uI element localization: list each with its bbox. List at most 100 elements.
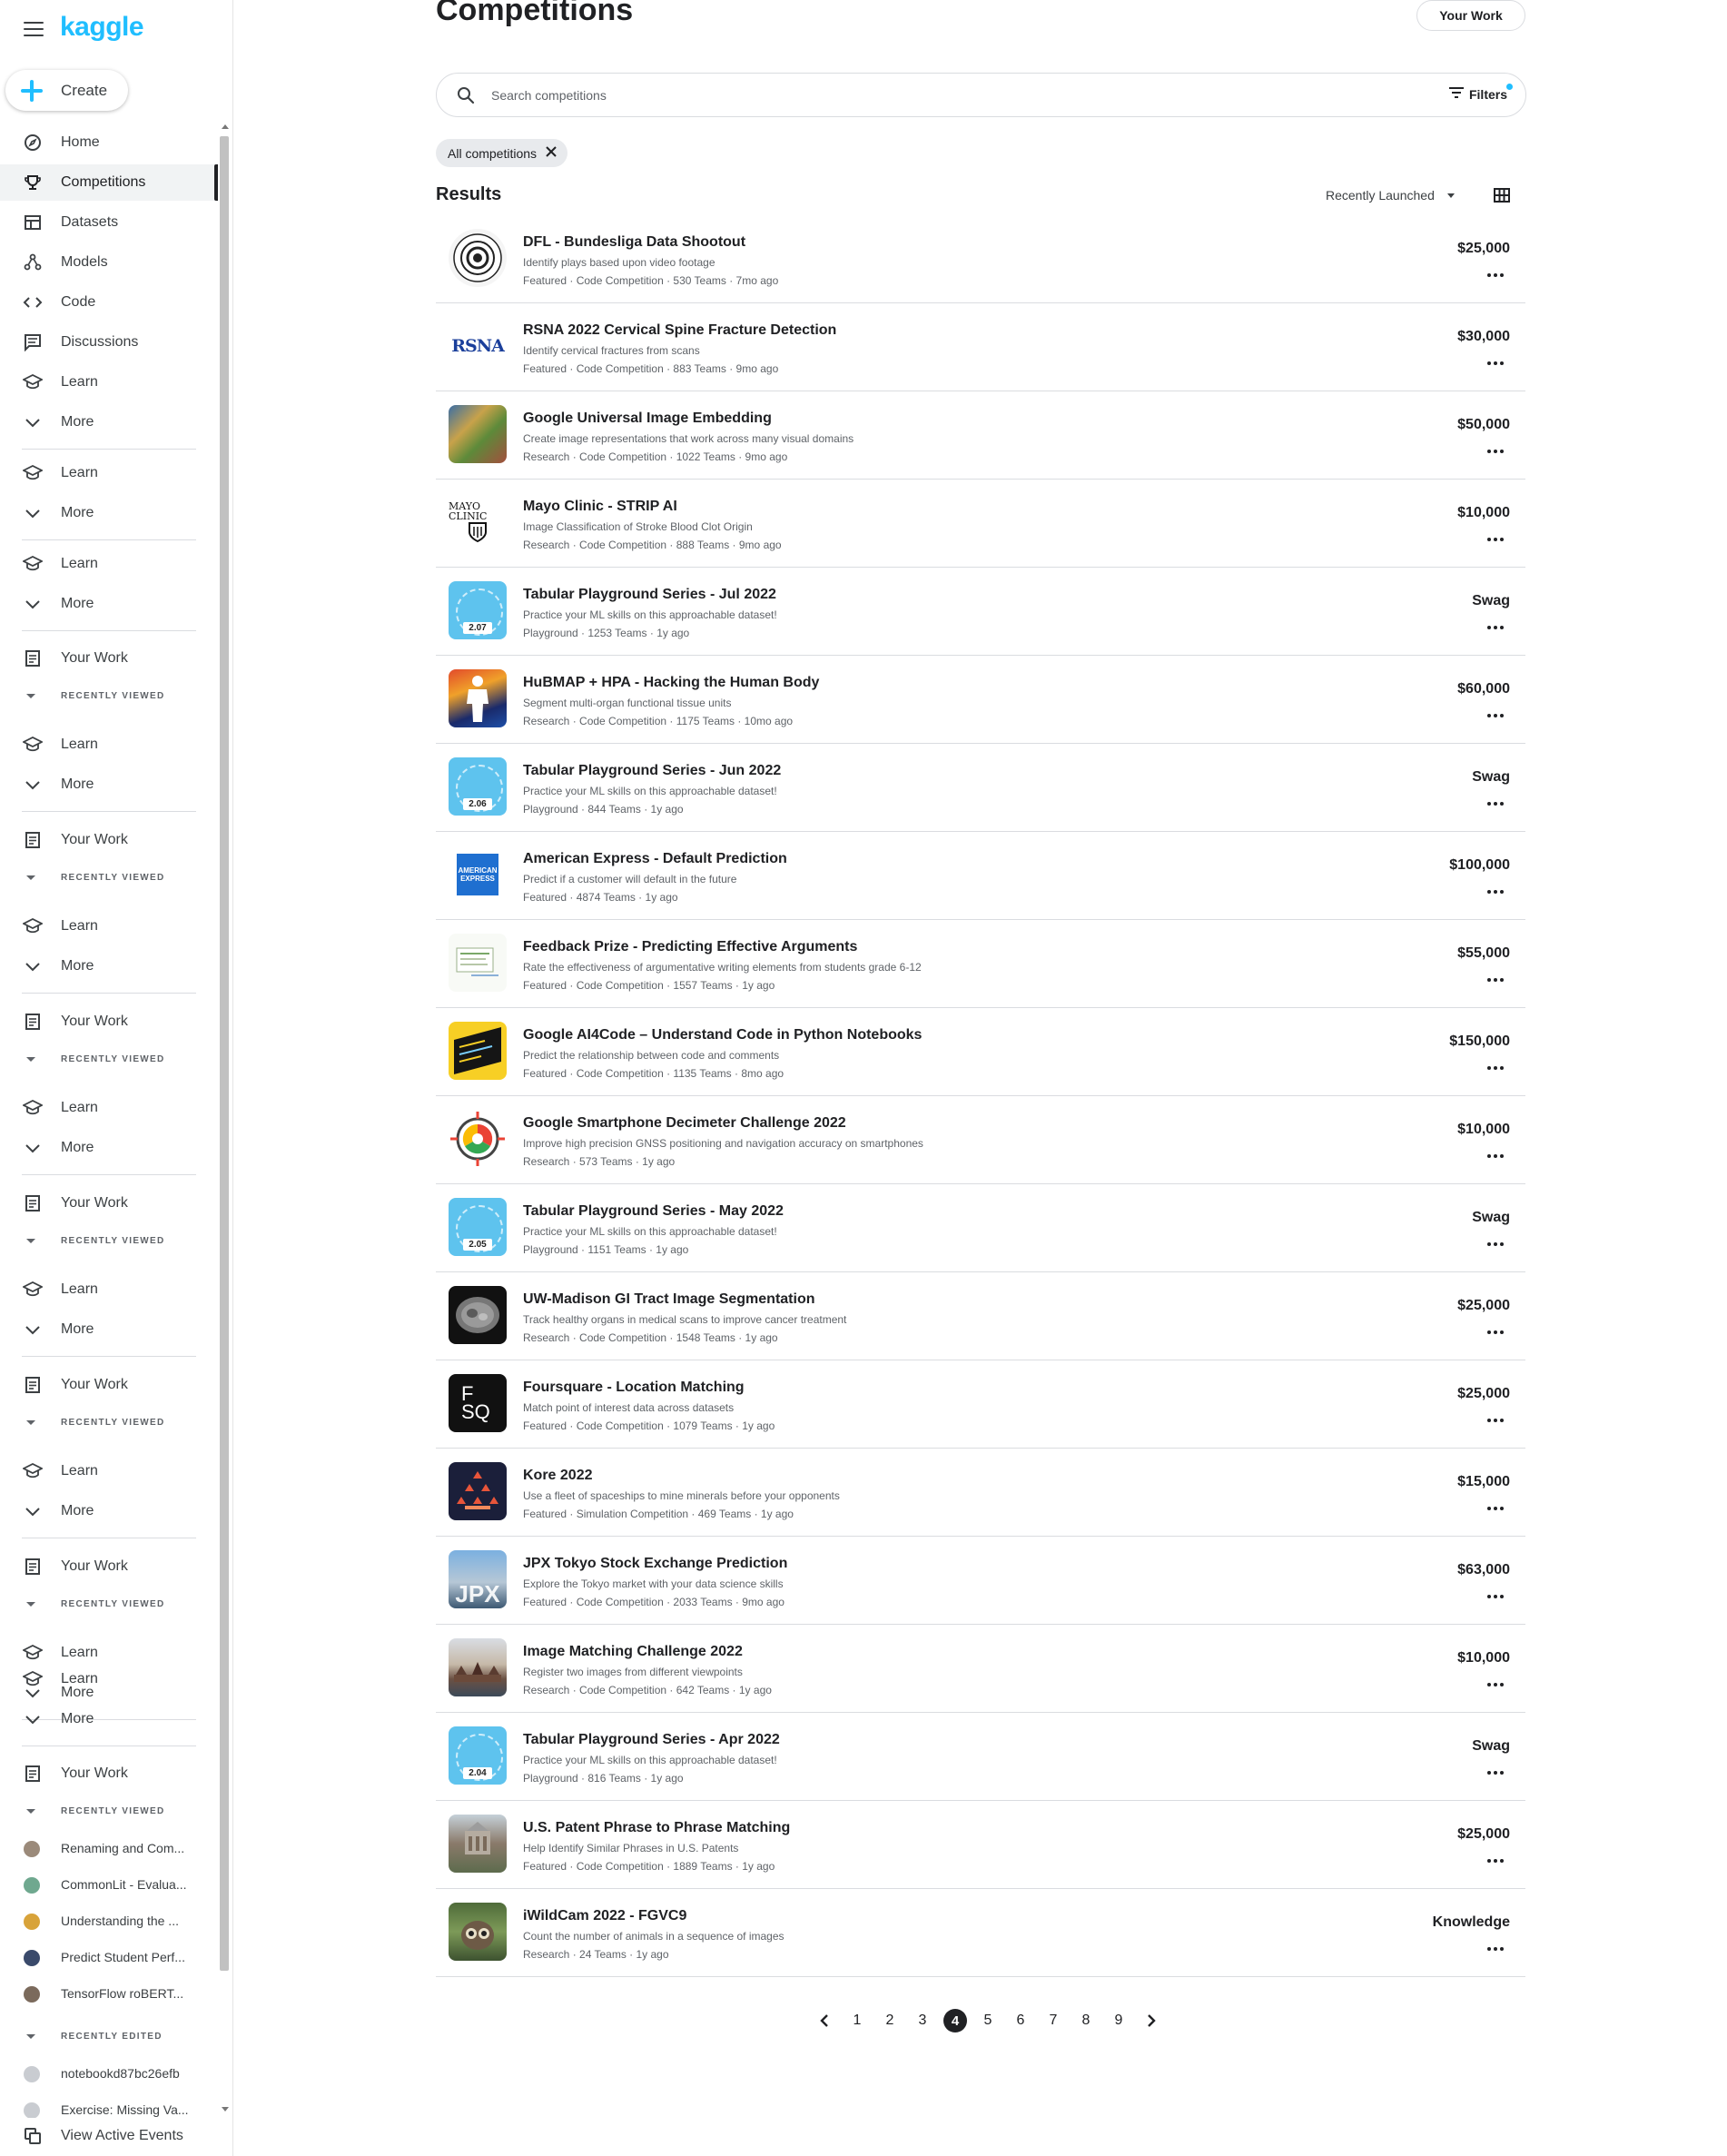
view-active-events-link[interactable]: View Active Events <box>0 2118 218 2154</box>
more-options-icon[interactable] <box>1487 538 1504 541</box>
competition-row[interactable]: Kore 2022 Use a fleet of spaceships to mi… <box>436 1449 1525 1537</box>
competition-row[interactable]: AMERICAN EXPRESS American Express - Defau… <box>436 832 1525 920</box>
sidebar-item-discussions[interactable]: Discussions <box>0 324 218 361</box>
more-options-icon[interactable] <box>1487 1330 1504 1334</box>
competition-title[interactable]: Feedback Prize - Predicting Effective Ar… <box>523 939 857 955</box>
competition-title[interactable]: Kore 2022 <box>523 1468 593 1484</box>
sidebar-item-more[interactable]: More <box>0 586 218 622</box>
recently-viewed-item[interactable]: TensorFlow roBERT... <box>0 1975 218 2012</box>
competition-title[interactable]: Mayo Clinic - STRIP AI <box>523 499 677 515</box>
competition-row[interactable]: U.S. Patent Phrase to Phrase Matching Hel… <box>436 1801 1525 1889</box>
competition-title[interactable]: Tabular Playground Series - Apr 2022 <box>523 1732 780 1748</box>
filters-button[interactable]: Filters <box>1448 84 1513 103</box>
kaggle-logo[interactable]: kaggle <box>60 12 144 43</box>
sidebar-item-your-work[interactable]: Your Work <box>0 1755 218 1792</box>
competition-row[interactable]: Image Matching Challenge 2022 Register tw… <box>436 1625 1525 1713</box>
sidebar-item-models[interactable]: Models <box>0 244 218 281</box>
sidebar-item-more[interactable]: More <box>0 404 218 440</box>
page-5-button[interactable]: 5 <box>972 2007 1004 2034</box>
sidebar-item-your-work[interactable]: Your Work <box>0 822 218 858</box>
sidebar-item-more[interactable]: More <box>0 766 218 803</box>
more-options-icon[interactable] <box>1487 1683 1504 1686</box>
more-options-icon[interactable] <box>1487 1066 1504 1070</box>
more-options-icon[interactable] <box>1487 1419 1504 1422</box>
recently-viewed-header[interactable]: RECENTLY VIEWED <box>0 686 218 707</box>
sidebar-item-home[interactable]: Home <box>0 124 218 161</box>
chevron-left-icon[interactable] <box>808 2007 841 2034</box>
page-8-button[interactable]: 8 <box>1070 2007 1102 2034</box>
competition-title[interactable]: U.S. Patent Phrase to Phrase Matching <box>523 1820 790 1836</box>
competition-title[interactable]: UW-Madison GI Tract Image Segmentation <box>523 1291 815 1308</box>
sidebar-item-more[interactable]: More <box>0 948 218 984</box>
sidebar-item-learn[interactable]: Learn <box>0 1661 218 1697</box>
page-7-button[interactable]: 7 <box>1037 2007 1070 2034</box>
create-button[interactable]: Create <box>5 70 128 111</box>
competition-title[interactable]: American Express - Default Prediction <box>523 851 787 867</box>
recently-viewed-item[interactable]: CommonLit - Evalua... <box>0 1866 218 1903</box>
scroll-up-arrow-icon[interactable] <box>222 124 229 129</box>
hamburger-menu-icon[interactable] <box>24 22 44 37</box>
sidebar-item-your-work[interactable]: Your Work <box>0 1367 218 1403</box>
competition-row[interactable]: iWildCam 2022 - FGVC9 Count the number of… <box>436 1889 1525 1977</box>
chevron-right-icon[interactable] <box>1135 2007 1168 2034</box>
competition-title[interactable]: DFL - Bundesliga Data Shootout <box>523 234 745 251</box>
more-options-icon[interactable] <box>1487 626 1504 629</box>
competition-row[interactable]: Google Smartphone Decimeter Challenge 20… <box>436 1096 1525 1184</box>
competition-row[interactable]: Feedback Prize - Predicting Effective Ar… <box>436 920 1525 1008</box>
more-options-icon[interactable] <box>1487 1242 1504 1246</box>
sidebar-item-learn[interactable]: Learn <box>0 908 218 944</box>
competition-row[interactable]: MAYO CLINIC Mayo Clinic - STRIP AI Image C… <box>436 480 1525 568</box>
sidebar-item-learn[interactable]: Learn <box>0 546 218 582</box>
competition-row[interactable]: Google Universal Image Embedding Create i… <box>436 391 1525 480</box>
sidebar-item-your-work[interactable]: Your Work <box>0 1185 218 1221</box>
recently-viewed-header[interactable]: RECENTLY VIEWED <box>0 867 218 889</box>
grid-view-icon[interactable] <box>1494 188 1510 203</box>
sidebar-item-learn[interactable]: Learn <box>0 727 218 763</box>
more-options-icon[interactable] <box>1487 273 1504 277</box>
close-icon[interactable] <box>546 145 557 162</box>
more-options-icon[interactable] <box>1487 1154 1504 1158</box>
sidebar-item-your-work[interactable]: Your Work <box>0 1548 218 1585</box>
competition-title[interactable]: Tabular Playground Series - Jul 2022 <box>523 587 776 603</box>
competition-row[interactable]: JPX JPX Tokyo Stock Exchange Prediction Ex… <box>436 1537 1525 1625</box>
page-3-button[interactable]: 3 <box>906 2007 939 2034</box>
competition-row[interactable]: UW-Madison GI Tract Image Segmentation Tr… <box>436 1272 1525 1360</box>
sidebar-item-competitions[interactable]: Competitions <box>0 164 218 201</box>
more-options-icon[interactable] <box>1487 802 1504 806</box>
search-input[interactable] <box>491 84 1308 106</box>
more-options-icon[interactable] <box>1487 1947 1504 1951</box>
recently-viewed-header[interactable]: RECENTLY VIEWED <box>0 1231 218 1252</box>
recently-viewed-item[interactable]: Predict Student Perf... <box>0 1939 218 1975</box>
competition-title[interactable]: Tabular Playground Series - May 2022 <box>523 1203 784 1220</box>
more-options-icon[interactable] <box>1487 1595 1504 1598</box>
recently-viewed-header[interactable]: RECENTLY VIEWED <box>0 1049 218 1071</box>
competition-title[interactable]: Google Universal Image Embedding <box>523 410 772 427</box>
competition-row[interactable]: Google AI4Code – Understand Code in Pyth… <box>436 1008 1525 1096</box>
competition-title[interactable]: Foursquare - Location Matching <box>523 1380 745 1396</box>
more-options-icon[interactable] <box>1487 1507 1504 1510</box>
more-options-icon[interactable] <box>1487 1859 1504 1863</box>
competition-title[interactable]: JPX Tokyo Stock Exchange Prediction <box>523 1556 787 1572</box>
sidebar-scrollbar-thumb[interactable] <box>220 136 229 1971</box>
more-options-icon[interactable] <box>1487 1771 1504 1775</box>
all-competitions-chip[interactable]: All competitions <box>436 139 568 167</box>
sort-dropdown[interactable]: Recently Launched <box>1326 188 1455 203</box>
more-options-icon[interactable] <box>1487 714 1504 717</box>
sidebar-item-your-work[interactable]: Your Work <box>0 1004 218 1040</box>
recently-viewed-header[interactable]: RECENTLY VIEWED <box>0 1412 218 1434</box>
page-1-button[interactable]: 1 <box>841 2007 873 2034</box>
competition-title[interactable]: RSNA 2022 Cervical Spine Fracture Detect… <box>523 322 836 339</box>
recently-viewed-header[interactable]: RECENTLY VIEWED <box>0 1801 218 1823</box>
sidebar-item-more[interactable]: More <box>0 1493 218 1529</box>
sidebar-item-more[interactable]: More <box>0 1701 218 1737</box>
page-2-button[interactable]: 2 <box>873 2007 906 2034</box>
competition-row[interactable]: HuBMAP + HPA - Hacking the Human Body Seg… <box>436 656 1525 744</box>
competition-title[interactable]: Google AI4Code – Understand Code in Pyth… <box>523 1027 922 1043</box>
sidebar-item-learn[interactable]: Learn <box>0 1271 218 1308</box>
competition-row[interactable]: 2.07 Tabular Playground Series - Jul 2022… <box>436 568 1525 656</box>
competition-row[interactable]: 2.05 Tabular Playground Series - May 2022… <box>436 1184 1525 1272</box>
competition-row[interactable]: F SQ Foursquare - Location Matching Match p… <box>436 1360 1525 1449</box>
page-6-button[interactable]: 6 <box>1004 2007 1037 2034</box>
recently-viewed-header[interactable]: RECENTLY VIEWED <box>0 1594 218 1616</box>
sidebar-item-more[interactable]: More <box>0 495 218 531</box>
